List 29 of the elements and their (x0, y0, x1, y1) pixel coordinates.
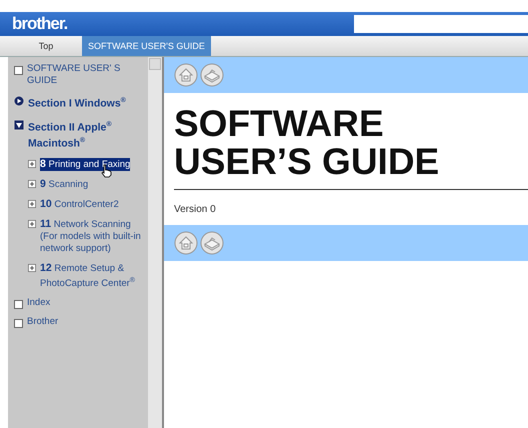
tab[interactable]: Top (10, 36, 82, 56)
nav-link[interactable]: 8 Printing and Faxing (40, 158, 130, 170)
expanded-book-icon[interactable] (14, 120, 24, 130)
logo: brother. (12, 14, 68, 34)
printer-icon[interactable] (200, 63, 224, 87)
nav-link[interactable]: 12 Remote Setup & PhotoCapture Center$^{®}$ (40, 262, 144, 290)
page-icon (14, 66, 23, 75)
nav-link[interactable]: Section II Apple$^{®}$ Macintosh$^{®}$ (28, 118, 144, 150)
page-title: SOFTWARE USER’S GUIDE (174, 93, 528, 190)
plus-box-icon[interactable] (28, 200, 36, 208)
play-circle-icon[interactable] (14, 96, 24, 106)
plus-box-icon[interactable] (28, 180, 36, 188)
search-field[interactable] (354, 15, 528, 33)
plus-box-icon[interactable] (28, 264, 36, 272)
nav-link[interactable]: 11 Network Scanning (For models with built-in network support) (40, 218, 144, 254)
home-icon[interactable] (174, 231, 198, 255)
nav-link[interactable]: Brother (27, 316, 58, 328)
home-icon[interactable] (174, 63, 198, 87)
plus-box-icon[interactable] (28, 160, 36, 168)
nav-link[interactable]: 10 ControlCenter2 (40, 198, 119, 210)
tab[interactable]: SOFTWARE USER'S GUIDE (82, 36, 211, 56)
plus-box-icon[interactable] (28, 220, 36, 228)
scrollbar[interactable] (148, 57, 164, 428)
printer-icon[interactable] (200, 231, 224, 255)
nav-link[interactable]: Index (27, 296, 50, 309)
version-text: Version 0 (173, 203, 217, 217)
nav-link[interactable]: SOFTWARE USER' S GUIDE (27, 63, 144, 87)
nav-link[interactable]: 9 Scanning (40, 178, 88, 190)
nav-link[interactable]: Section I Windows$^{®}$ (28, 94, 126, 110)
